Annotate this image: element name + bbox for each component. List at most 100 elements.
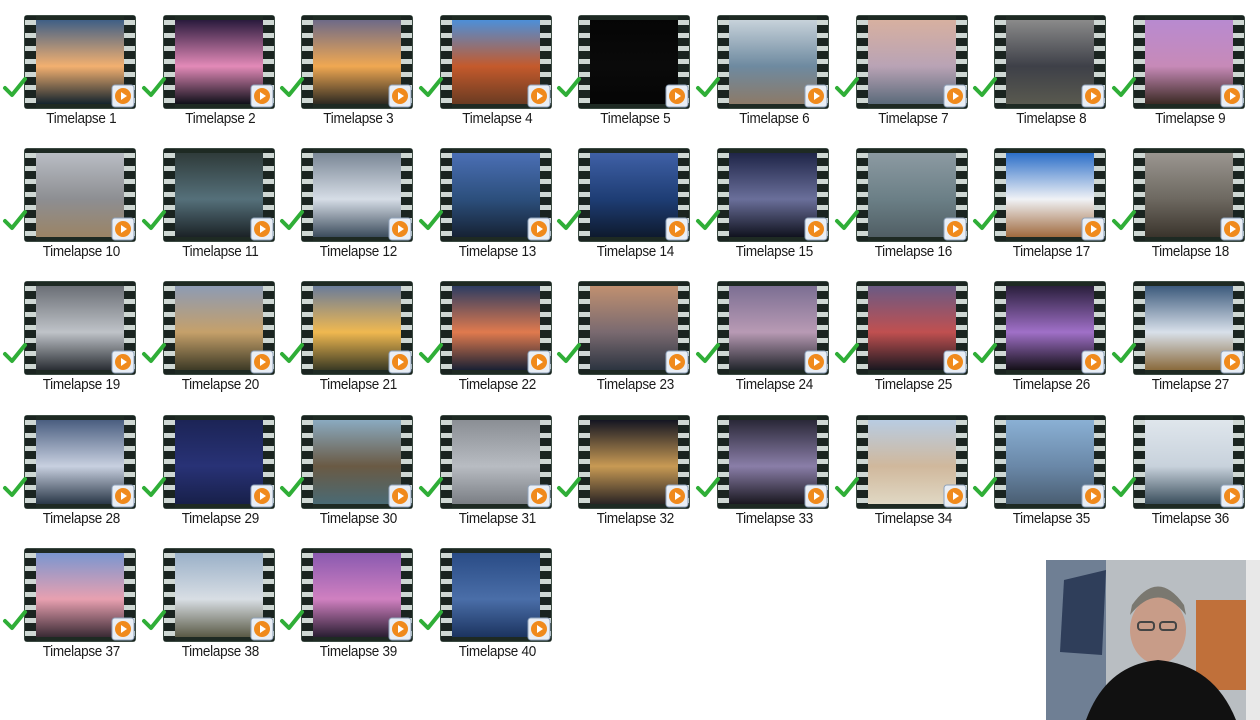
video-item[interactable]: Timelapse 39 [277, 535, 416, 665]
checkmark-icon [280, 77, 305, 97]
checkmark-icon [696, 77, 720, 97]
video-item[interactable]: Timelapse 26 [970, 268, 1109, 398]
checkmark-icon [418, 609, 443, 630]
video-item[interactable]: Timelapse 20 [139, 268, 278, 398]
video-label: Timelapse 37 [42, 642, 121, 660]
video-item[interactable]: Timelapse 36 [1109, 402, 1248, 532]
checkmark-icon [1111, 343, 1136, 364]
video-label: Timelapse 24 [735, 376, 814, 394]
video-item[interactable]: Timelapse 16 [832, 135, 971, 265]
checkmark-icon [280, 476, 305, 497]
video-item[interactable]: Timelapse 14 [554, 135, 693, 265]
video-label: Timelapse 15 [735, 243, 814, 261]
play-badge-icon [804, 217, 828, 241]
play-badge-icon [527, 617, 551, 641]
play-badge-icon [1220, 350, 1244, 374]
video-item[interactable]: Timelapse 23 [554, 268, 693, 398]
play-badge-icon [943, 217, 967, 241]
video-item[interactable]: Timelapse 28 [0, 402, 139, 532]
video-label: Timelapse 12 [319, 243, 398, 261]
video-item[interactable]: Timelapse 29 [139, 402, 278, 532]
video-item[interactable]: Timelapse 6 [693, 2, 832, 132]
play-badge-icon [804, 484, 828, 508]
video-item[interactable]: Timelapse 9 [1109, 2, 1248, 132]
video-item[interactable]: Timelapse 8 [970, 2, 1109, 132]
checkmark-icon [973, 476, 998, 497]
video-item[interactable]: Timelapse 13 [416, 135, 555, 265]
video-item[interactable]: Timelapse 4 [416, 2, 555, 132]
checkmark-icon [280, 609, 305, 630]
play-badge-icon [1220, 484, 1244, 508]
video-item[interactable]: Timelapse 19 [0, 268, 139, 398]
video-item[interactable]: Timelapse 5 [554, 2, 693, 132]
video-item[interactable]: Timelapse 15 [693, 135, 832, 265]
video-label: Timelapse 11 [181, 243, 259, 261]
checkmark-icon [3, 476, 27, 497]
video-item[interactable]: Timelapse 27 [1109, 268, 1248, 398]
video-label: Timelapse 4 [462, 110, 533, 127]
video-label: Timelapse 7 [877, 110, 948, 127]
play-badge-icon [943, 84, 967, 108]
play-badge-icon [388, 217, 412, 241]
video-label: Timelapse 22 [458, 376, 536, 394]
play-badge-icon [1220, 217, 1244, 241]
checkmark-icon [280, 343, 305, 364]
webcam-overlay [1046, 560, 1260, 720]
video-item[interactable]: Timelapse 37 [0, 535, 139, 665]
video-item[interactable]: Timelapse 11 [139, 135, 278, 265]
video-item[interactable]: Timelapse 35 [970, 402, 1109, 532]
video-item[interactable]: Timelapse 21 [277, 268, 416, 398]
video-item[interactable]: Timelapse 24 [693, 268, 832, 398]
video-label: Timelapse 33 [735, 509, 814, 527]
play-badge-icon [1220, 84, 1244, 108]
play-badge-icon [665, 217, 689, 241]
video-label: Timelapse 2 [184, 110, 255, 127]
video-item[interactable]: Timelapse 25 [832, 268, 971, 398]
play-badge-icon [527, 84, 551, 108]
checkmark-icon [1111, 77, 1136, 97]
video-item[interactable]: Timelapse 3 [277, 2, 416, 132]
play-badge-icon [111, 484, 135, 508]
checkmark-icon [557, 210, 582, 231]
video-item[interactable]: Timelapse 34 [832, 402, 971, 532]
checkmark-icon [3, 609, 27, 630]
video-item[interactable]: Timelapse 40 [416, 535, 555, 665]
video-label: Timelapse 5 [600, 110, 671, 127]
video-item[interactable]: Timelapse 10 [0, 135, 139, 265]
video-label: Timelapse 34 [874, 509, 952, 527]
play-badge-icon [665, 484, 689, 508]
checkmark-icon [973, 343, 998, 364]
play-badge-icon [250, 350, 274, 374]
play-badge-icon [388, 350, 412, 374]
checkmark-icon [418, 343, 443, 364]
video-item[interactable]: Timelapse 33 [693, 402, 832, 532]
video-item[interactable]: Timelapse 22 [416, 268, 555, 398]
play-badge-icon [111, 617, 135, 641]
checkmark-icon [141, 343, 166, 364]
play-badge-icon [1081, 84, 1105, 108]
video-item[interactable]: Timelapse 12 [277, 135, 416, 265]
play-badge-icon [388, 484, 412, 508]
video-label: Timelapse 3 [323, 110, 394, 127]
checkmark-icon [696, 476, 720, 497]
checkmark-icon [141, 476, 166, 497]
video-item[interactable]: Timelapse 2 [139, 2, 278, 132]
video-item[interactable]: Timelapse 38 [139, 535, 278, 665]
play-badge-icon [943, 484, 967, 508]
video-item[interactable]: Timelapse 17 [970, 135, 1109, 265]
video-item[interactable]: Timelapse 7 [832, 2, 971, 132]
video-label: Timelapse 10 [42, 243, 121, 261]
video-label: Timelapse 31 [458, 509, 536, 527]
checkmark-icon [834, 210, 859, 231]
video-label: Timelapse 16 [874, 243, 952, 261]
video-label: Timelapse 1 [46, 110, 117, 127]
video-label: Timelapse 18 [1151, 243, 1229, 261]
video-item[interactable]: Timelapse 32 [554, 402, 693, 532]
video-item[interactable]: Timelapse 18 [1109, 135, 1248, 265]
video-label: Timelapse 9 [1155, 110, 1226, 127]
checkmark-icon [1111, 476, 1136, 497]
video-item[interactable]: Timelapse 31 [416, 402, 555, 532]
video-item[interactable]: Timelapse 1 [0, 2, 139, 132]
video-item[interactable]: Timelapse 30 [277, 402, 416, 532]
video-label: Timelapse 20 [181, 376, 259, 394]
